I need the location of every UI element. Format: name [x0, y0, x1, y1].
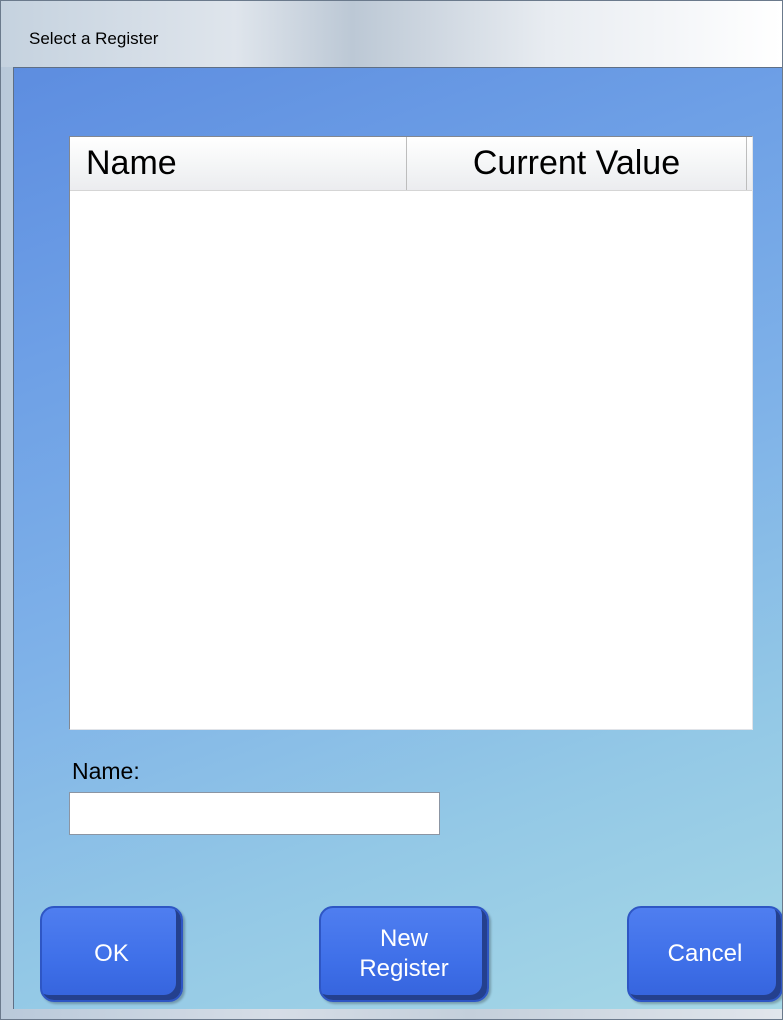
register-list-body[interactable] — [70, 191, 752, 729]
name-input[interactable] — [69, 792, 440, 835]
column-header-name[interactable]: Name — [70, 137, 407, 190]
dialog-body: Name Current Value Name: OK New Register… — [13, 67, 782, 1009]
register-list-header: Name Current Value — [70, 137, 752, 191]
new-register-button[interactable]: New Register — [319, 906, 489, 1002]
register-list[interactable]: Name Current Value — [69, 136, 753, 730]
select-register-dialog: Select a Register Name Current Value Nam… — [0, 0, 783, 1020]
name-label: Name: — [72, 758, 140, 784]
column-header-current-value[interactable]: Current Value — [407, 137, 747, 190]
ok-button[interactable]: OK — [40, 906, 183, 1002]
cancel-button[interactable]: Cancel — [627, 906, 782, 1002]
title-bar[interactable]: Select a Register — [1, 1, 782, 67]
window-title: Select a Register — [29, 29, 159, 48]
